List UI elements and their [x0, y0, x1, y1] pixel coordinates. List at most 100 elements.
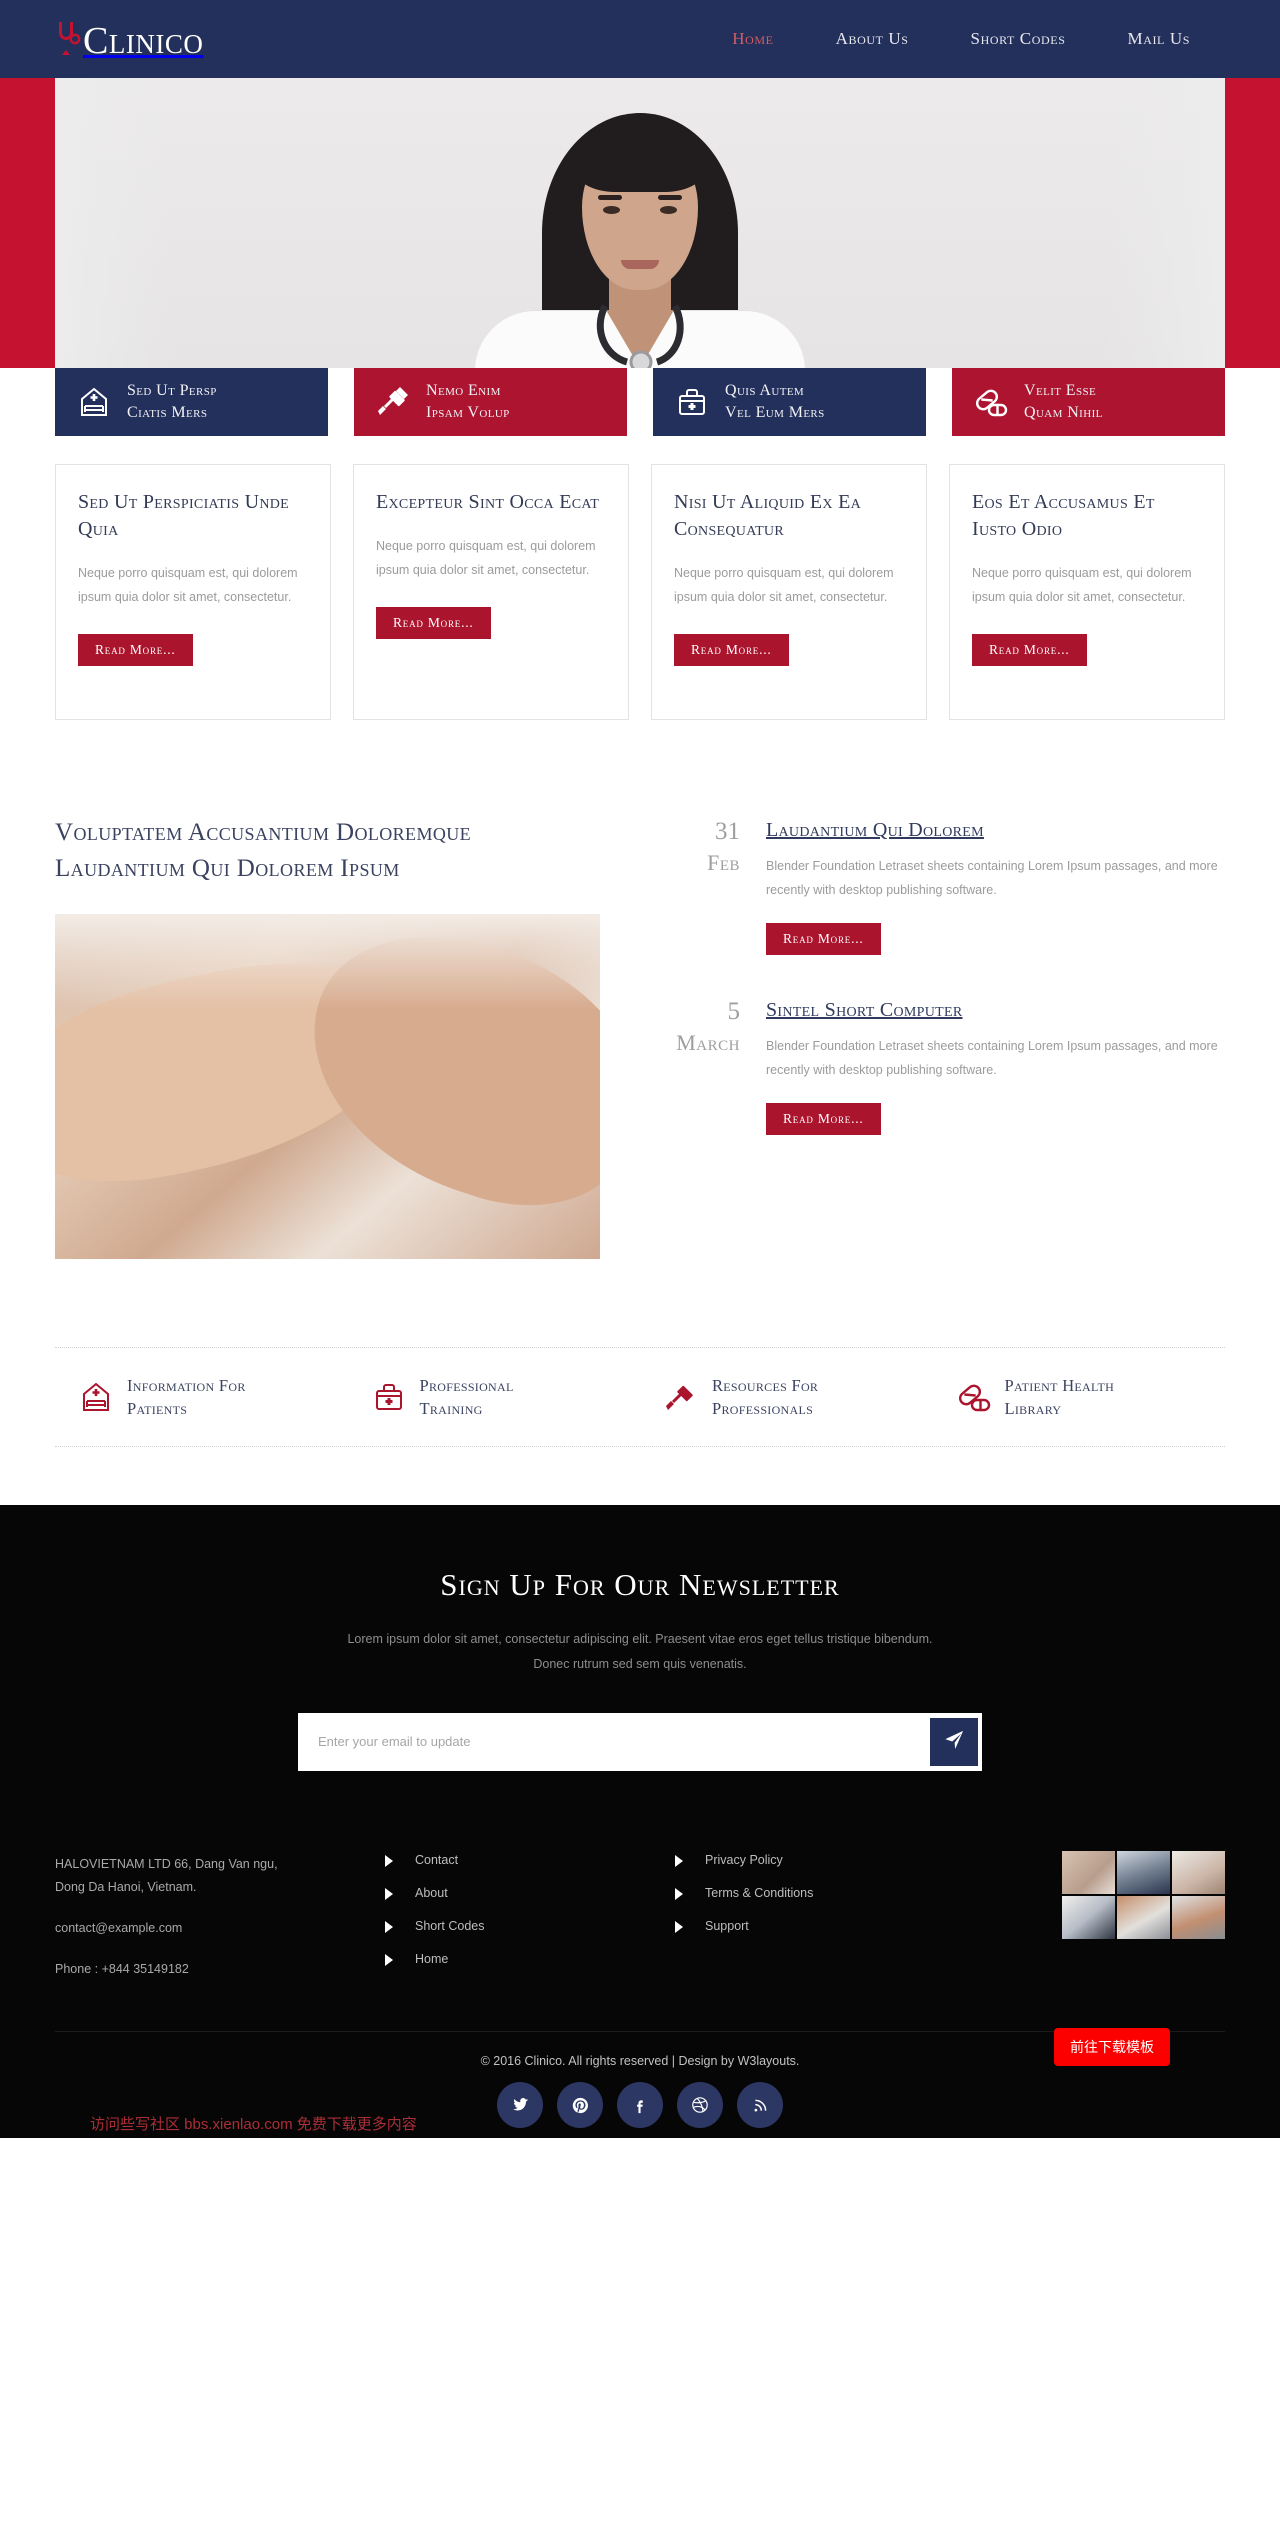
medical-kit-icon — [372, 1380, 406, 1414]
quick-link-professional-training[interactable]: Professional Training — [348, 1374, 641, 1420]
news-text: Blender Foundation Letraset sheets conta… — [766, 859, 1218, 898]
newsletter-submit-button[interactable] — [930, 1717, 978, 1766]
service-item-label: Velit Esse Quam Nihil — [1024, 382, 1103, 421]
news-month: March — [676, 1029, 740, 1055]
gallery-thumb-operating-room[interactable] — [1117, 1850, 1170, 1894]
quick-link-patient-health-library[interactable]: Patient Health Library — [933, 1374, 1226, 1420]
site-footer: HALOVIETNAM LTD 66, Dang Van ngu, Dong D… — [0, 1826, 1280, 2139]
card-text: Neque porro quisquam est, qui dolorem ip… — [674, 566, 894, 605]
read-more-button[interactable]: Read More... — [766, 1102, 881, 1135]
hero-banner-wrapper — [0, 78, 1280, 368]
footer-link-contact[interactable]: Contact — [415, 1853, 458, 1867]
service-item-velit-esse[interactable]: Velit Esse Quam Nihil — [952, 368, 1225, 436]
quick-link-resources-for-professionals[interactable]: Resources For Professionals — [640, 1374, 933, 1420]
nav-item-home[interactable]: Home — [732, 29, 773, 49]
service-item-nemo-enim[interactable]: Nemo Enim Ipsam Volup — [354, 368, 627, 436]
service-bar: Sed Ut Persp Ciatis Mers Nemo Enim Ipsam… — [0, 368, 1280, 436]
facebook-icon[interactable] — [617, 2082, 663, 2129]
brand-name: Clinico — [83, 20, 204, 62]
hospital-bed-icon — [79, 1380, 113, 1414]
news-date: 5 March — [648, 999, 740, 1135]
footer-email[interactable]: contact@example.com — [55, 1917, 385, 1940]
footer-links-column-2: Privacy Policy Terms & Conditions Suppor… — [675, 1845, 965, 2000]
footer-link-item: Terms & Conditions — [675, 1886, 965, 1900]
service-item-quis-autem[interactable]: Quis Autem Vel Eum Mers — [653, 368, 926, 436]
service-item-sed-ut-persp[interactable]: Sed Ut Persp Ciatis Mers — [55, 368, 328, 436]
footer-link-support[interactable]: Support — [705, 1919, 749, 1933]
triangle-right-icon — [385, 1953, 393, 1966]
email-input[interactable] — [302, 1734, 930, 1750]
news-title: Laudantium Qui Dolorem — [766, 819, 1225, 842]
footer-link-item: About — [385, 1886, 675, 1900]
doctor-photo — [55, 78, 1225, 368]
footer-links-column-1: Contact About Short Codes Home — [385, 1845, 675, 2000]
quick-link-label: Patient Health Library — [1004, 1375, 1115, 1418]
twitter-icon[interactable] — [497, 2082, 543, 2129]
footer-link-about[interactable]: About — [415, 1886, 448, 1900]
quick-link-information-for-patients[interactable]: Information For Patients — [55, 1374, 348, 1420]
card-text: Neque porro quisquam est, qui dolorem ip… — [376, 539, 596, 578]
gallery-thumb-massage-hands[interactable] — [1062, 1850, 1115, 1894]
gallery-thumb-ct-scanner[interactable] — [1117, 1895, 1170, 1939]
nav-item-mail-us[interactable]: Mail Us — [1127, 29, 1190, 49]
newsletter-text: Lorem ipsum dolor sit amet, consectetur … — [347, 1631, 933, 1671]
hospital-bed-icon — [77, 385, 111, 419]
feature-cards: Sed Ut Perspiciatis Unde Quia Neque porr… — [0, 436, 1280, 720]
card-title: Eos Et Accusamus Et Iusto Odio — [972, 491, 1155, 540]
nav-item-short-codes[interactable]: Short Codes — [971, 29, 1066, 49]
read-more-button[interactable]: Read More... — [766, 922, 881, 955]
gallery-thumb-surgeons[interactable] — [1172, 1850, 1225, 1894]
news-day: 31 — [715, 818, 740, 845]
footer-link-item: Home — [385, 1952, 675, 1966]
footer-link-item: Privacy Policy — [675, 1853, 965, 1867]
pills-icon — [974, 385, 1008, 419]
footer-link-home[interactable]: Home — [415, 1952, 448, 1966]
nav-item-about-us[interactable]: About Us — [836, 29, 909, 49]
stethoscope-icon — [55, 18, 81, 58]
card-text: Neque porro quisquam est, qui dolorem ip… — [972, 566, 1192, 605]
feature-card: Excepteur Sint Occa Ecat Neque porro qui… — [353, 464, 629, 720]
footer-link-privacy-policy[interactable]: Privacy Policy — [705, 1853, 783, 1867]
syringe-icon — [664, 1380, 698, 1414]
copyright-text: © 2016 Clinico. All rights reserved | De… — [480, 2054, 800, 2069]
quick-link-label: Resources For Professionals — [712, 1375, 819, 1418]
read-more-button[interactable]: Read More... — [78, 633, 193, 666]
newsletter-heading: Sign Up For Our Newsletter — [440, 1566, 840, 1602]
feature-card: Eos Et Accusamus Et Iusto Odio Neque por… — [949, 464, 1225, 720]
news-title-link[interactable]: Laudantium Qui Dolorem — [766, 819, 984, 841]
about-heading: Voluptatem Accusantium Doloremque Laudan… — [55, 819, 472, 883]
feature-card: Nisi Ut Aliquid Ex Ea Consequatur Neque … — [651, 464, 927, 720]
quick-link-label: Professional Training — [419, 1375, 514, 1418]
brand-logo[interactable]: Clinico — [55, 18, 203, 60]
footer-link-terms-conditions[interactable]: Terms & Conditions — [705, 1886, 813, 1900]
service-item-label: Sed Ut Persp Ciatis Mers — [127, 382, 217, 421]
medical-kit-icon — [675, 385, 709, 419]
news-title: Sintel Short Computer — [766, 999, 1225, 1022]
rss-icon[interactable] — [737, 2082, 783, 2129]
footer-link-item: Short Codes — [385, 1919, 675, 1933]
card-title: Excepteur Sint Occa Ecat — [376, 491, 600, 513]
gallery-thumb-blood-pressure[interactable] — [1062, 1895, 1115, 1939]
read-more-button[interactable]: Read More... — [376, 606, 491, 639]
pinterest-icon[interactable] — [557, 2082, 603, 2129]
footer-link-short-codes[interactable]: Short Codes — [415, 1919, 484, 1933]
about-and-news: Voluptatem Accusantium Doloremque Laudan… — [0, 720, 1280, 1259]
footer-link-item: Support — [675, 1919, 965, 1933]
triangle-right-icon — [385, 1887, 393, 1900]
read-more-button[interactable]: Read More... — [674, 633, 789, 666]
gallery-thumb-lab-test[interactable] — [1172, 1895, 1225, 1939]
dribbble-icon[interactable] — [677, 2082, 723, 2129]
paper-plane-icon — [944, 1730, 964, 1753]
news-title-link[interactable]: Sintel Short Computer — [766, 999, 962, 1021]
watermark-text: 访问些写社区 bbs.xienlao.com 免费下载更多内容 — [90, 2116, 417, 2134]
footer-phone: Phone : +844 35149182 — [55, 1962, 189, 1977]
quick-links-bar: Information For Patients Professional Tr… — [55, 1346, 1226, 1447]
news-item: 5 March Sintel Short Computer Blender Fo… — [648, 999, 1225, 1135]
footer-contact-column: HALOVIETNAM LTD 66, Dang Van ngu, Dong D… — [55, 1845, 385, 2000]
about-block: Voluptatem Accusantium Doloremque Laudan… — [55, 815, 600, 1259]
news-list: 31 Feb Laudantium Qui Dolorem Blender Fo… — [648, 815, 1225, 1259]
read-more-button[interactable]: Read More... — [972, 633, 1087, 666]
service-item-label: Nemo Enim Ipsam Volup — [426, 382, 510, 421]
download-template-button[interactable]: 前往下载模板 — [1054, 2028, 1170, 2067]
triangle-right-icon — [385, 1854, 393, 1867]
